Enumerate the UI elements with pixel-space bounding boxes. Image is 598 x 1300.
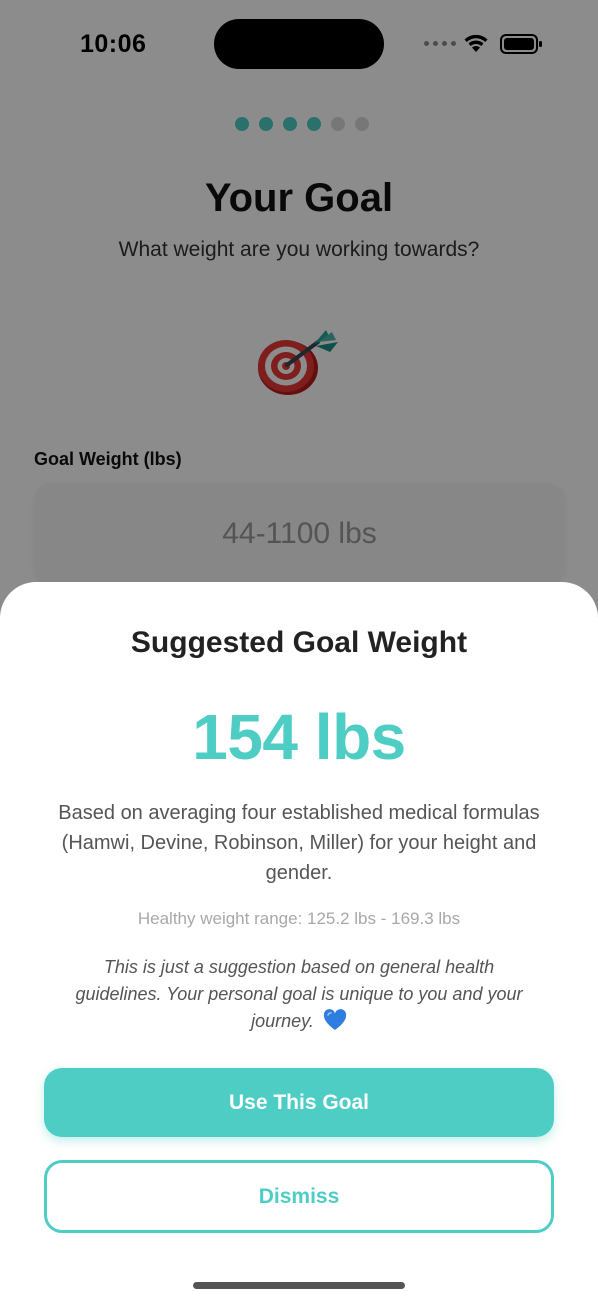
suggested-weight-value: 154 lbs <box>192 701 406 773</box>
onboarding-screen: 10:06 Your Goal What weight are you work… <box>0 0 598 1300</box>
suggestion-note: This is just a suggestion based on gener… <box>66 954 532 1035</box>
use-this-goal-button[interactable]: Use This Goal <box>44 1068 554 1137</box>
sheet-title: Suggested Goal Weight <box>130 626 468 659</box>
dismiss-button[interactable]: Dismiss <box>44 1160 554 1233</box>
home-indicator <box>193 1282 405 1289</box>
suggestion-description: Based on averaging four established medi… <box>58 802 540 884</box>
suggested-goal-sheet: Suggested Goal Weight 154 lbs Based on a… <box>0 582 598 1300</box>
suggestion-note-text: This is just a suggestion based on gener… <box>75 957 523 1031</box>
healthy-range-text: Healthy weight range: 125.2 lbs - 169.3 … <box>137 909 461 928</box>
blue-heart-icon <box>323 1009 346 1030</box>
